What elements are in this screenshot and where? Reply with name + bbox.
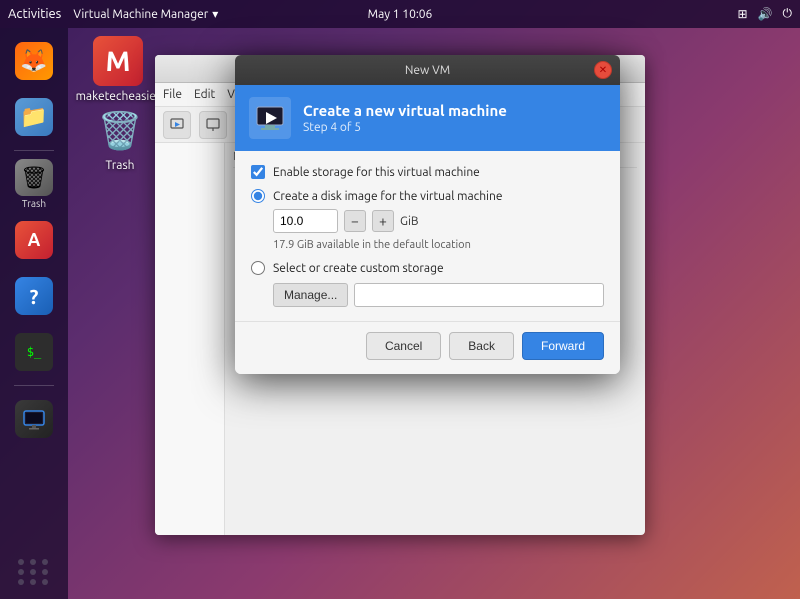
dialog-header-text: Create a new virtual machine Step 4 of 5 [303, 102, 507, 134]
topbar-datetime: May 1 10:06 [368, 8, 433, 21]
firefox-icon: 🦊 [15, 42, 53, 80]
dialog-body: Enable storage for this virtual machine … [235, 151, 620, 321]
custom-storage-label: Select or create custom storage [273, 262, 444, 275]
disk-size-row: − + GiB [273, 209, 604, 233]
dock-item-trash[interactable]: 🗑 Trash [9, 159, 59, 209]
network-icon[interactable]: ⊞ [737, 7, 747, 21]
enable-storage-label: Enable storage for this virtual machine [273, 166, 480, 179]
custom-storage-radio[interactable] [251, 261, 265, 275]
desktop: Activities Virtual Machine Manager ▾ May… [0, 0, 800, 599]
dock-item-files[interactable]: 📁 [9, 92, 59, 142]
dock-item-firefox[interactable]: 🦊 [9, 36, 59, 86]
enable-storage-row: Enable storage for this virtual machine [251, 165, 604, 179]
custom-storage-row: Select or create custom storage [251, 261, 604, 275]
topbar: Activities Virtual Machine Manager ▾ May… [0, 0, 800, 28]
desktop-icon-maketecheasier-label: maketecheasier [76, 90, 161, 103]
dialog-header-title: Create a new virtual machine [303, 102, 507, 119]
topbar-vm-manager[interactable]: Virtual Machine Manager ▾ [73, 7, 218, 21]
menu-edit[interactable]: Edit [194, 88, 215, 101]
help-icon: ? [15, 277, 53, 315]
terminal-icon: $_ [15, 333, 53, 371]
disk-available-text: 17.9 GiB available in the default locati… [273, 239, 604, 251]
maketecheasier-icon: M [93, 36, 143, 86]
create-disk-label: Create a disk image for the virtual mach… [273, 190, 502, 203]
create-disk-row: Create a disk image for the virtual mach… [251, 189, 604, 203]
enable-storage-checkbox[interactable] [251, 165, 265, 179]
back-button[interactable]: Back [449, 332, 514, 360]
disk-unit-label: GiB [400, 215, 419, 228]
dialog-title: New VM [243, 64, 612, 77]
desktop-icon-trash-label: Trash [105, 159, 134, 172]
dock: 🦊 📁 🗑 Trash A ? $_ [0, 28, 68, 599]
disk-decrease-button[interactable]: − [344, 210, 366, 232]
dock-divider [14, 150, 54, 151]
dialog-close-button[interactable]: ✕ [594, 61, 612, 79]
dialog-footer: Cancel Back Forward [235, 321, 620, 374]
dialog-header: Create a new virtual machine Step 4 of 5 [235, 85, 620, 151]
dock-item-terminal[interactable]: $_ [9, 327, 59, 377]
new-vm-dialog: New VM ✕ Create a new virtual machine St… [235, 55, 620, 374]
disk-size-input[interactable] [273, 209, 338, 233]
forward-button[interactable]: Forward [522, 332, 604, 360]
topbar-system-icons: ⊞ 🔊 ⏻ [737, 7, 792, 21]
custom-storage-inputs: Manage... [273, 283, 604, 307]
vmm-sidebar [155, 143, 225, 535]
toolbar-new-vm[interactable] [163, 111, 191, 139]
manage-button[interactable]: Manage... [273, 283, 348, 307]
menu-file[interactable]: File [163, 88, 182, 101]
dock-item-virt-manager[interactable] [9, 394, 59, 444]
files-icon: 📁 [15, 98, 53, 136]
toolbar-open-connection[interactable] [199, 111, 227, 139]
activities-button[interactable]: Activities [8, 7, 61, 21]
dock-item-trash-label: Trash [22, 198, 46, 209]
custom-storage-input[interactable] [354, 283, 604, 307]
dialog-titlebar: New VM ✕ [235, 55, 620, 85]
appstore-icon: A [15, 221, 53, 259]
disk-increase-button[interactable]: + [372, 210, 394, 232]
cancel-button[interactable]: Cancel [366, 332, 441, 360]
power-icon[interactable]: ⏻ [783, 7, 793, 21]
desktop-trash-icon: 🗑️ [95, 105, 145, 155]
dialog-header-step: Step 4 of 5 [303, 121, 507, 134]
dock-item-help[interactable]: ? [9, 271, 59, 321]
virt-manager-icon [15, 400, 53, 438]
create-disk-radio[interactable] [251, 189, 265, 203]
volume-icon[interactable]: 🔊 [758, 7, 773, 21]
dock-divider-2 [14, 385, 54, 386]
dock-item-appstore[interactable]: A [9, 215, 59, 265]
desktop-icon-maketecheasier[interactable]: M maketecheasier [78, 36, 158, 103]
trash-icon: 🗑 [15, 159, 53, 196]
dialog-header-icon [249, 97, 291, 139]
desktop-icon-trash[interactable]: 🗑️ Trash [80, 105, 160, 172]
